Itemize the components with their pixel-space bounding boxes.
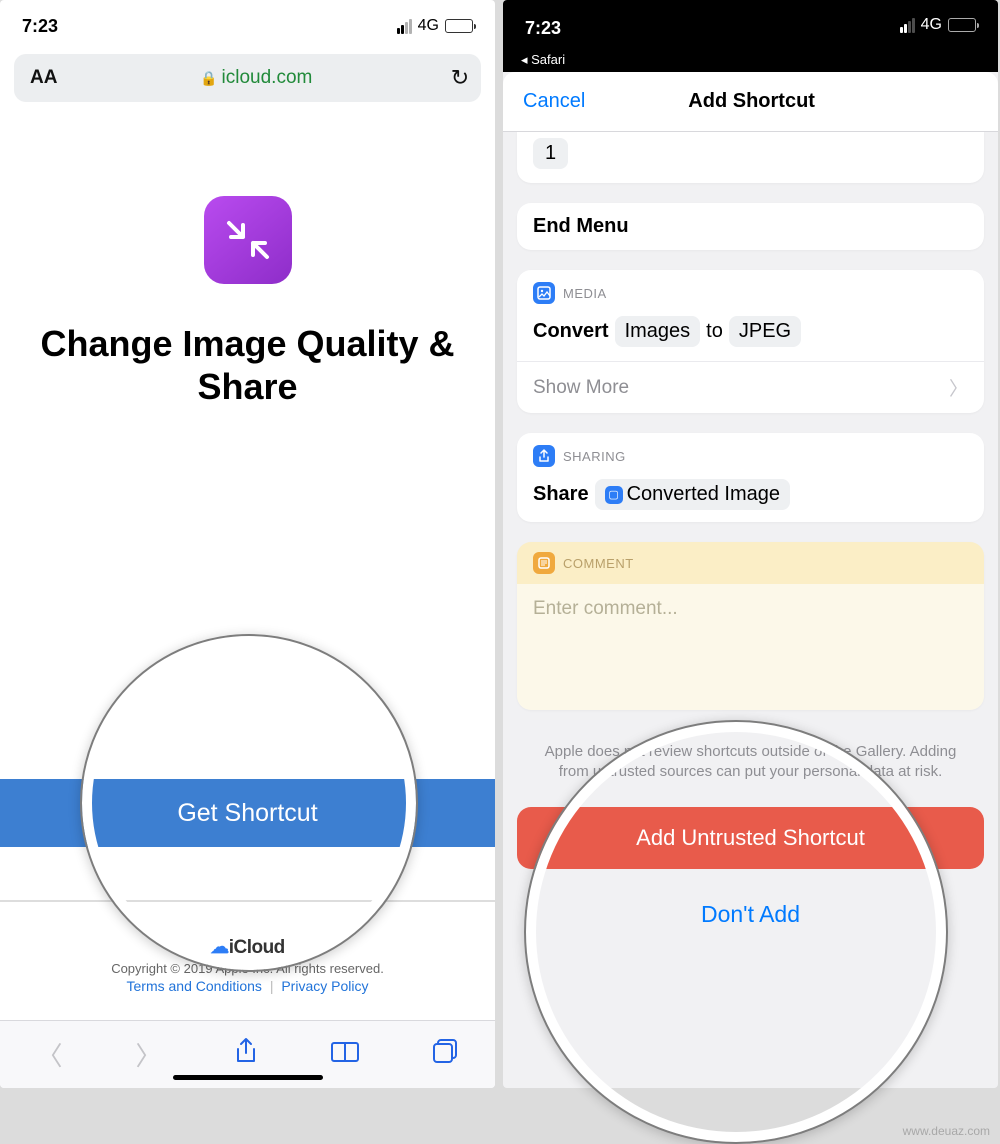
page-footer: ☁iCloud Copyright © 2019 Apple Inc. All … <box>0 936 495 994</box>
watermark: www.deuaz.com <box>903 1124 990 1138</box>
comment-icon <box>533 552 555 574</box>
shortcut-actions-scroll[interactable]: 1 End Menu MEDIA Convert Images to JPEG … <box>503 132 998 793</box>
status-bar: 7:23 4G <box>503 0 998 52</box>
phone-screenshot-safari: 7:23 4G AA icloud.com ↻ Change Image Qua… <box>0 0 495 1088</box>
battery-icon <box>948 18 976 32</box>
chevron-right-icon: 〉 <box>949 374 968 401</box>
url-label: icloud.com <box>73 67 439 89</box>
shortcut-app-icon <box>204 196 292 284</box>
network-label: 4G <box>418 17 439 35</box>
status-time: 7:23 <box>22 16 58 37</box>
image-token-icon: ▢ <box>605 486 623 504</box>
status-bar: 7:23 4G <box>0 0 495 44</box>
bookmarks-icon[interactable] <box>331 1039 359 1070</box>
comment-input[interactable]: Enter comment... <box>517 584 984 710</box>
comment-category-label: COMMENT <box>563 556 634 571</box>
cancel-button[interactable]: Cancel <box>523 90 585 113</box>
action-card-comment: COMMENT Enter comment... <box>517 542 984 710</box>
media-icon <box>533 282 555 304</box>
privacy-link[interactable]: Privacy Policy <box>281 978 368 994</box>
phone-screenshot-shortcuts: 7:23 4G ◂ Safari Cancel Add Shortcut 1 E… <box>503 0 998 1088</box>
compress-arrows-icon <box>225 217 271 263</box>
page-title: Change Image Quality & Share <box>0 322 495 408</box>
images-token[interactable]: Images <box>615 316 701 347</box>
status-right: 4G <box>900 16 976 34</box>
terms-link[interactable]: Terms and Conditions <box>127 978 262 994</box>
menu-index-badge: 1 <box>533 138 568 169</box>
status-right: 4G <box>397 17 473 35</box>
dont-add-button[interactable]: Don't Add <box>503 869 998 958</box>
signal-icon <box>397 19 412 34</box>
reload-icon[interactable]: ↻ <box>439 65 481 91</box>
sheet-header-bar: Cancel Add Shortcut <box>503 72 998 132</box>
action-card-menu: 1 <box>517 132 984 183</box>
untrusted-warning-text: Apple does not review shortcuts outside … <box>517 732 984 793</box>
text-size-button[interactable]: AA <box>14 67 73 89</box>
back-button[interactable]: 〈 <box>36 1036 62 1073</box>
converted-image-token[interactable]: ▢ Converted Image <box>595 479 790 510</box>
battery-icon <box>445 19 473 33</box>
action-card-end-menu: End Menu <box>517 203 984 250</box>
to-label: to <box>706 320 723 343</box>
tabs-icon[interactable] <box>432 1038 458 1071</box>
end-menu-label: End Menu <box>533 215 629 237</box>
share-icon[interactable] <box>234 1037 258 1072</box>
safari-address-bar[interactable]: AA icloud.com ↻ <box>14 54 481 102</box>
copyright-text: Copyright © 2019 Apple Inc. All rights r… <box>0 961 495 976</box>
add-untrusted-shortcut-button[interactable]: Add Untrusted Shortcut <box>517 807 984 869</box>
show-more-row[interactable]: Show More 〉 <box>517 361 984 413</box>
sharing-icon <box>533 445 555 467</box>
get-shortcut-button[interactable]: Get Shortcut <box>0 779 495 847</box>
sharing-category-label: SHARING <box>563 449 626 464</box>
jpeg-token[interactable]: JPEG <box>729 316 801 347</box>
back-to-safari[interactable]: ◂ Safari <box>503 52 998 72</box>
home-indicator <box>173 1075 323 1080</box>
share-verb: Share <box>533 483 589 506</box>
media-category-label: MEDIA <box>563 286 607 301</box>
signal-icon <box>900 18 915 33</box>
action-card-media: MEDIA Convert Images to JPEG Show More 〉 <box>517 270 984 413</box>
page-content: Change Image Quality & Share <box>0 102 495 408</box>
lock-icon <box>200 67 221 88</box>
sheet-title: Add Shortcut <box>688 90 815 113</box>
network-label: 4G <box>921 16 942 34</box>
divider <box>0 900 495 902</box>
action-card-sharing: SHARING Share ▢ Converted Image <box>517 433 984 522</box>
icloud-logo: ☁iCloud <box>0 936 495 959</box>
convert-verb: Convert <box>533 320 609 343</box>
forward-button[interactable]: 〉 <box>135 1036 161 1073</box>
status-time: 7:23 <box>525 18 561 39</box>
